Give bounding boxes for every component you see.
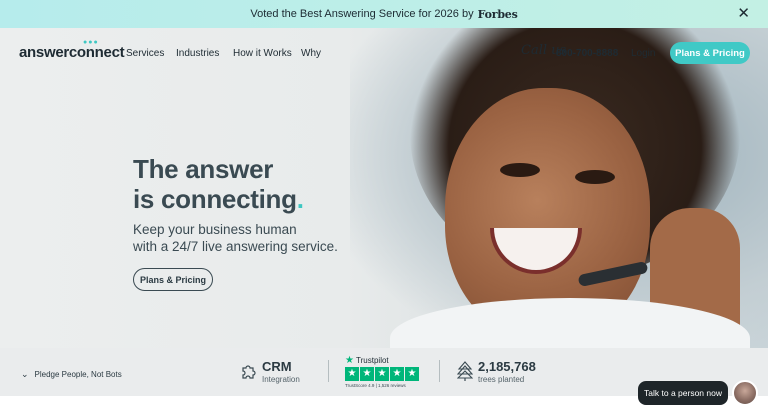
chat-button[interactable]: Talk to a person now [638, 381, 728, 405]
top-navigation: answerconnect ●●● Services Industries Ho… [0, 39, 768, 66]
headline-line-1: The answer [133, 154, 274, 184]
star-icon: ★ [405, 367, 419, 381]
crm-subtitle: Integration [262, 375, 300, 384]
chevron-down-icon: ⌄ [21, 369, 29, 379]
nav-industries[interactable]: Industries [176, 48, 219, 59]
trees-count: 2,185,768 [478, 359, 536, 374]
headline-line-2: is connecting. [133, 184, 304, 214]
nav-why[interactable]: Why [301, 48, 321, 59]
star-icon: ★ [375, 367, 389, 381]
star-icon: ★ [360, 367, 374, 381]
crm-title: CRM [262, 359, 292, 374]
nav-services[interactable]: Services [126, 48, 164, 59]
chat-agent-avatar[interactable] [732, 380, 758, 406]
close-icon[interactable]: ✕ [737, 6, 750, 21]
logo-dots-icon: ●●● [83, 39, 99, 46]
hero-headline: The answer is connecting. [133, 154, 304, 214]
plans-pricing-button-top[interactable]: Plans & Pricing [670, 42, 750, 64]
hero-photo [350, 28, 768, 348]
phone-link[interactable]: 800-700-8888 [556, 48, 618, 59]
login-link[interactable]: Login [631, 48, 655, 59]
divider [439, 360, 440, 382]
trustpilot-logo[interactable]: ★ Trustpilot [345, 355, 389, 366]
tree-icon [457, 361, 473, 381]
hero-subtitle: Keep your business human with a 24/7 liv… [133, 222, 338, 254]
hero-section [0, 28, 768, 348]
star-icon: ★ [390, 367, 404, 381]
trust-score[interactable]: TrustScore 4.9 | 1,526 reviews [345, 383, 406, 388]
answerconnect-logo[interactable]: answerconnect ●●● [19, 39, 125, 61]
trees-label: trees planted [478, 375, 525, 384]
announcement-banner: Voted the Best Answering Service for 202… [0, 0, 768, 28]
pledge-toggle[interactable]: ⌄ Pledge People, Not Bots [21, 369, 122, 380]
divider [328, 360, 329, 382]
nav-how-it-works[interactable]: How it Works [233, 48, 292, 59]
plans-pricing-button-hero[interactable]: Plans & Pricing [133, 268, 213, 291]
puzzle-icon [242, 365, 256, 379]
banner-text: Voted the Best Answering Service for 202… [250, 8, 474, 20]
trustpilot-star-icon: ★ [345, 355, 354, 366]
star-icon: ★ [345, 367, 359, 381]
forbes-logo: Forbes [477, 7, 518, 21]
trustpilot-stars: ★ ★ ★ ★ ★ [345, 367, 419, 381]
